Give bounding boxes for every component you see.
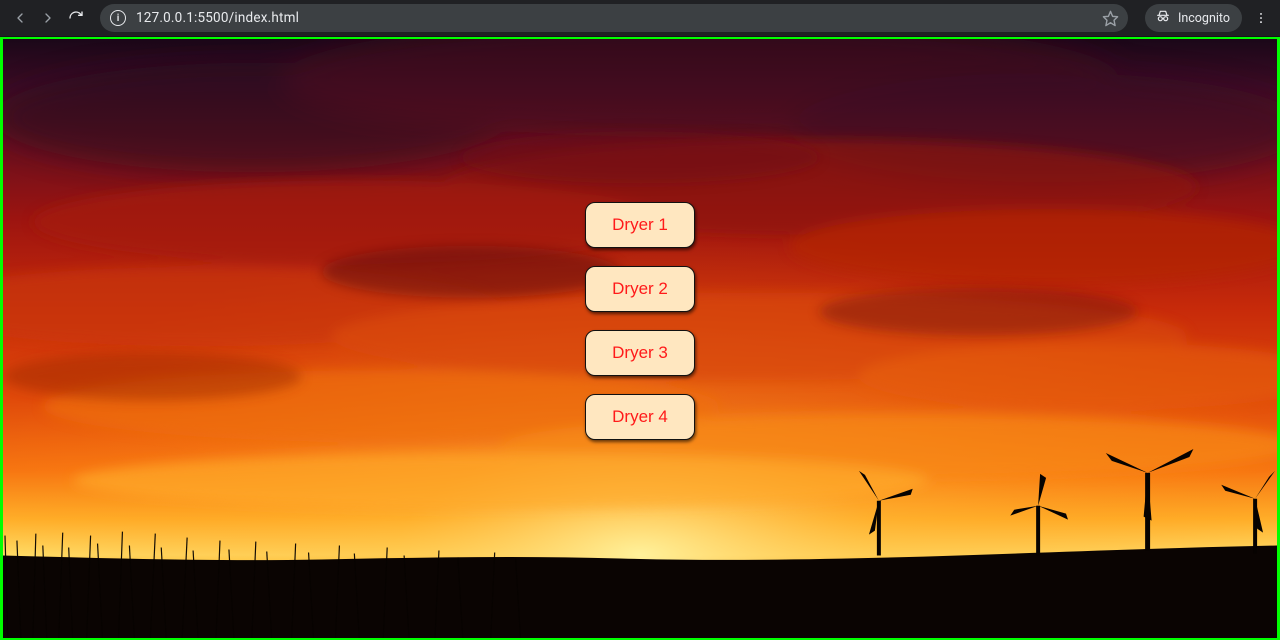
dryer-3-button[interactable]: Dryer 3 xyxy=(585,330,695,376)
dryer-2-button[interactable]: Dryer 2 xyxy=(585,266,695,312)
dryer-button-stack: Dryer 1 Dryer 2 Dryer 3 Dryer 4 xyxy=(585,202,695,440)
page-viewport: Dryer 1 Dryer 2 Dryer 3 Dryer 4 xyxy=(0,37,1280,640)
browser-menu-button[interactable] xyxy=(1248,4,1274,32)
incognito-icon xyxy=(1155,8,1171,28)
site-info-icon[interactable]: i xyxy=(110,10,126,26)
dryer-4-button[interactable]: Dryer 4 xyxy=(585,394,695,440)
url-text: 127.0.0.1:5500/index.html xyxy=(136,10,1098,26)
back-button[interactable] xyxy=(6,4,34,32)
incognito-indicator[interactable]: Incognito xyxy=(1145,4,1242,32)
address-bar[interactable]: i 127.0.0.1:5500/index.html xyxy=(100,4,1128,32)
forward-button[interactable] xyxy=(34,4,62,32)
bookmark-star-icon[interactable] xyxy=(1098,6,1122,30)
reload-button[interactable] xyxy=(62,4,90,32)
incognito-label: Incognito xyxy=(1178,11,1230,26)
browser-toolbar: i 127.0.0.1:5500/index.html Incognito xyxy=(0,0,1280,37)
dryer-1-button[interactable]: Dryer 1 xyxy=(585,202,695,248)
